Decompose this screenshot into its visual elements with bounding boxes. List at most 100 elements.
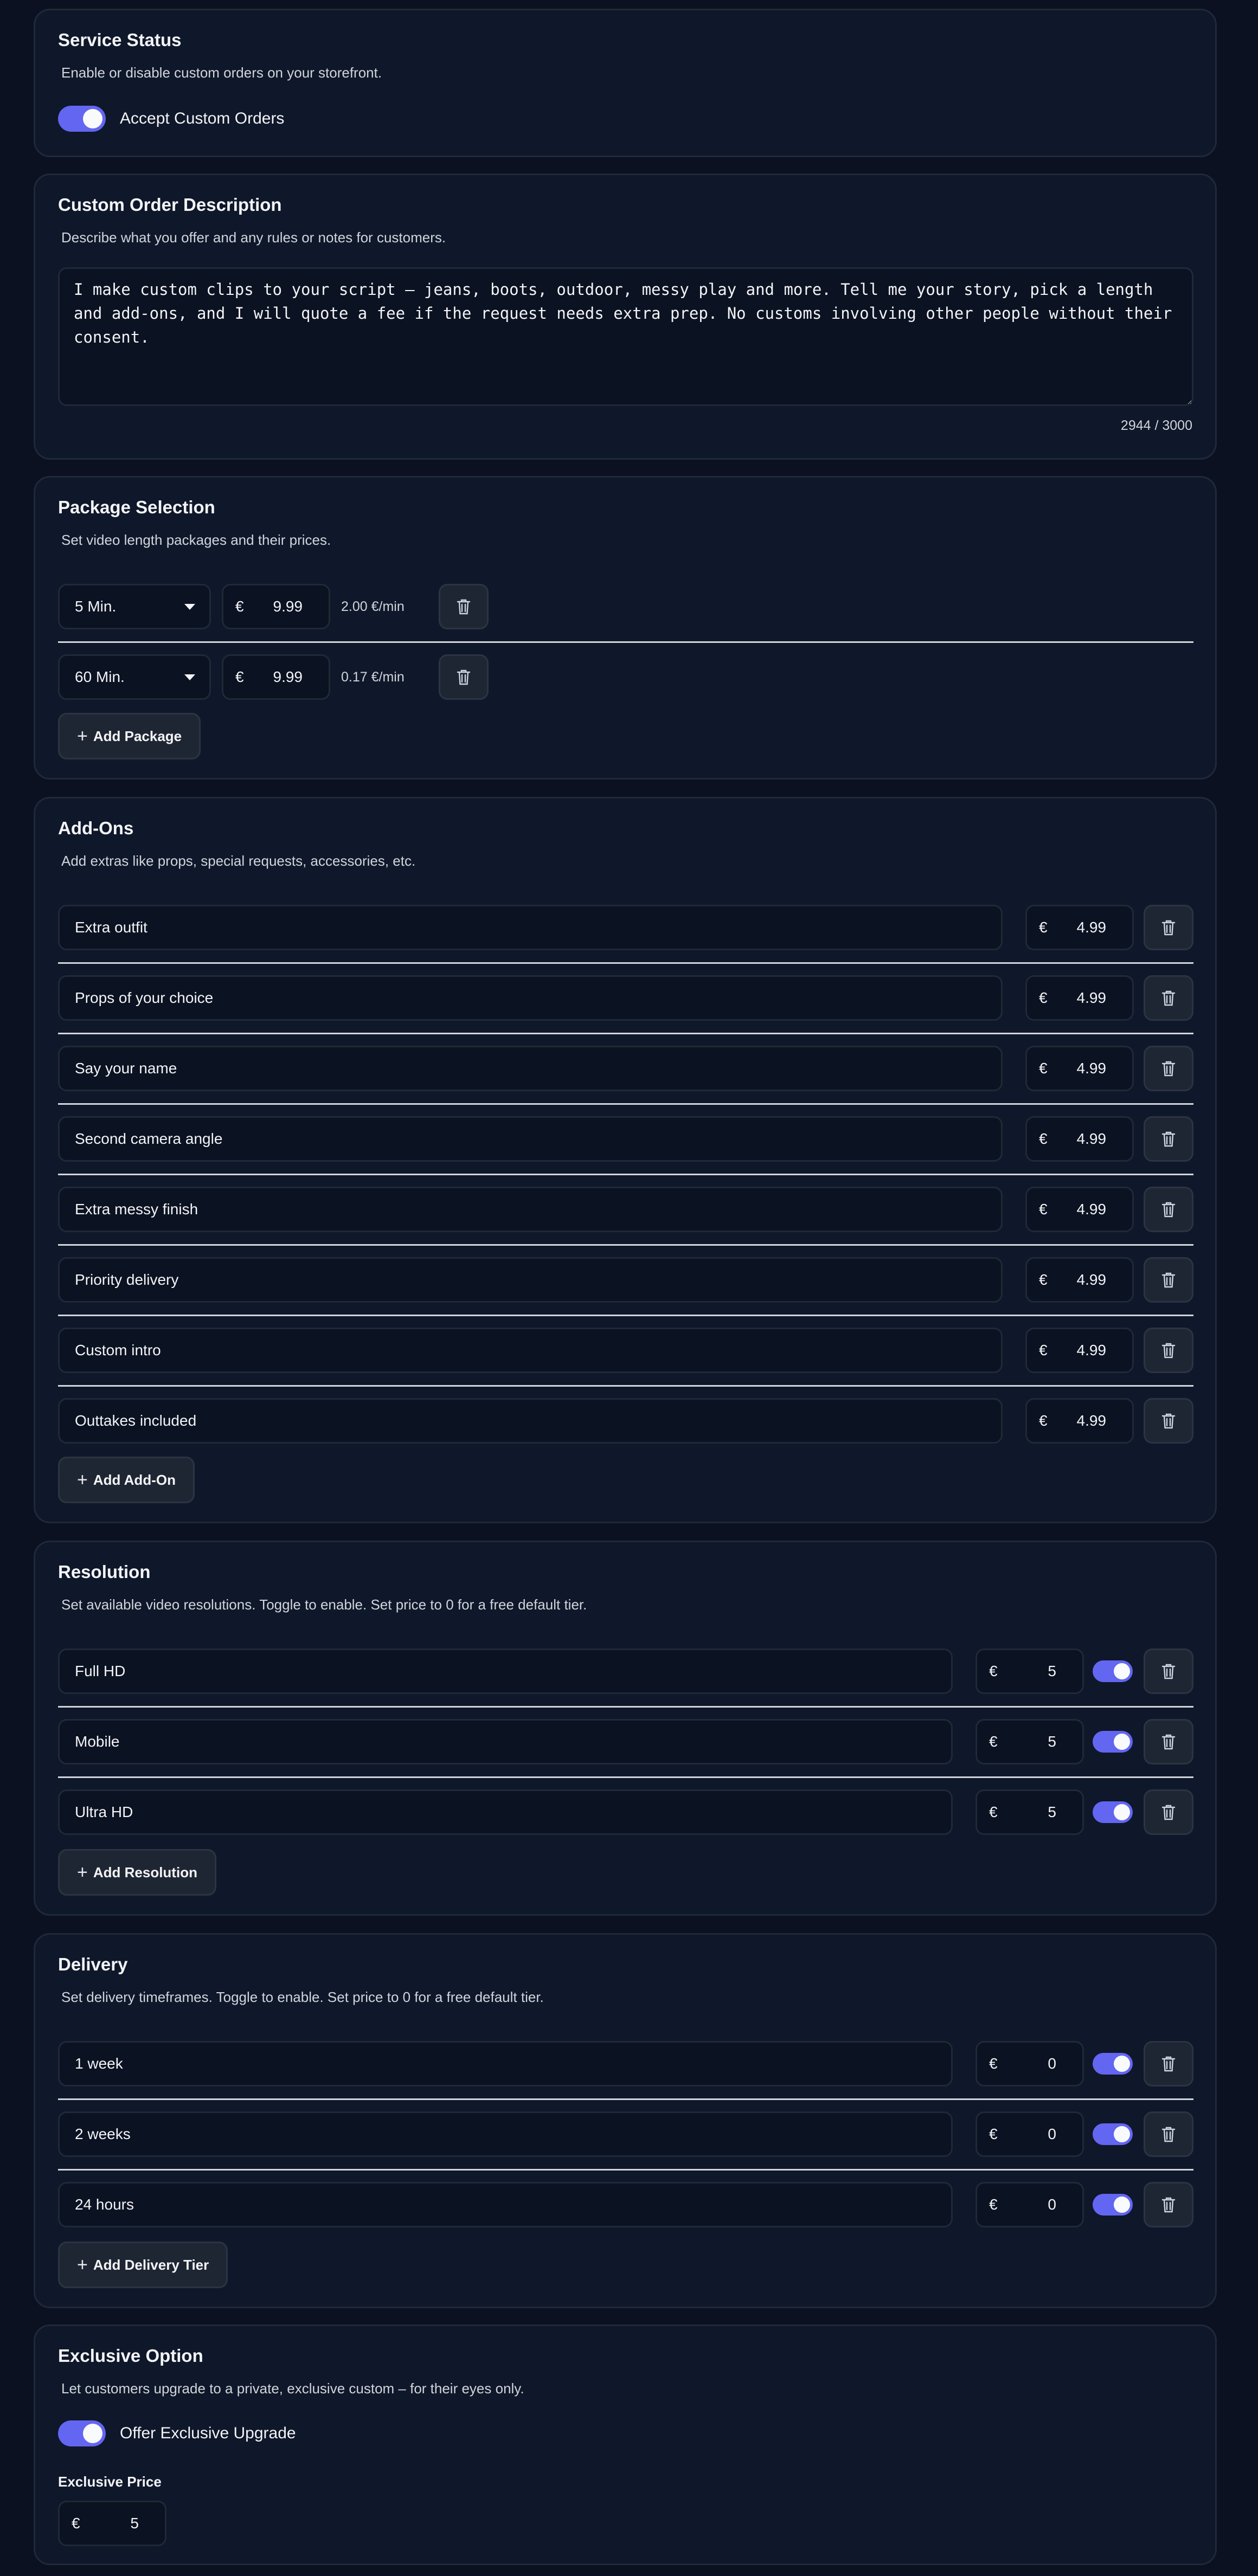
row-divider	[58, 1315, 1193, 1316]
package-selection-card: Package Selection Set video length packa…	[34, 476, 1217, 780]
addon-price-input[interactable]: €4.99	[1025, 1116, 1134, 1162]
addons-description: Add extras like props, special requests,…	[61, 853, 416, 869]
resolution-price-input[interactable]: €5	[975, 1719, 1084, 1764]
trash-icon	[1161, 1131, 1176, 1147]
trash-icon	[457, 669, 471, 685]
delete-addon-button[interactable]	[1144, 1328, 1193, 1373]
addon-name-input[interactable]: Second camera angle	[58, 1116, 1003, 1162]
addon-price-input[interactable]: €4.99	[1025, 1328, 1134, 1373]
row-divider	[58, 1033, 1193, 1034]
resolution-name-input[interactable]: Ultra HD	[58, 1789, 953, 1835]
delivery-price-value: 0	[1048, 2055, 1056, 2072]
plus-icon: +	[77, 1469, 88, 1490]
delete-resolution-button[interactable]	[1144, 1789, 1193, 1835]
delivery-enable-toggle[interactable]	[1093, 2123, 1133, 2145]
exclusive-price-input[interactable]: € 5	[58, 2501, 166, 2546]
chevron-down-icon	[184, 604, 195, 610]
package-rate: 0.17 €/min	[341, 669, 405, 685]
package-length-value: 60 Min.	[75, 668, 125, 685]
delete-addon-button[interactable]	[1144, 1187, 1193, 1232]
delete-addon-button[interactable]	[1144, 975, 1193, 1021]
description-textarea[interactable]	[58, 267, 1193, 406]
delete-addon-button[interactable]	[1144, 1398, 1193, 1444]
delivery-price-input[interactable]: €0	[975, 2111, 1084, 2157]
delete-resolution-button[interactable]	[1144, 1719, 1193, 1764]
trash-icon	[1161, 1734, 1176, 1750]
package-length-value: 5 Min.	[75, 598, 117, 615]
add-package-button[interactable]: + Add Package	[58, 713, 201, 759]
service-status-card: Service Status Enable or disable custom …	[34, 9, 1217, 157]
addon-price-value: 4.99	[1076, 1342, 1107, 1358]
delivery-price-input[interactable]: €0	[975, 2182, 1084, 2227]
plus-icon: +	[77, 2254, 88, 2275]
addon-price-value: 4.99	[1076, 919, 1107, 936]
character-counter: 2944 / 3000	[1120, 418, 1192, 433]
delete-package-button[interactable]	[439, 654, 489, 700]
delete-addon-button[interactable]	[1144, 905, 1193, 950]
delete-addon-button[interactable]	[1144, 1116, 1193, 1162]
add-resolution-button[interactable]: + Add Resolution	[58, 1849, 216, 1896]
add-addon-button[interactable]: + Add Add-On	[58, 1457, 195, 1503]
add-delivery-label: Add Delivery Tier	[93, 2256, 209, 2273]
addon-name-input[interactable]: Props of your choice	[58, 975, 1003, 1021]
exclusive-upgrade-toggle[interactable]	[58, 2420, 106, 2446]
addon-price-value: 4.99	[1076, 1060, 1107, 1077]
delivery-price-value: 0	[1048, 2196, 1056, 2213]
package-price-input[interactable]: € 9.99	[222, 654, 330, 700]
delivery-name-input[interactable]: 2 weeks	[58, 2111, 953, 2157]
resolution-description: Set available video resolutions. Toggle …	[61, 1596, 587, 1613]
addon-price-input[interactable]: €4.99	[1025, 1257, 1134, 1303]
accept-orders-toggle[interactable]	[58, 106, 106, 132]
addon-name-input[interactable]: Priority delivery	[58, 1257, 1003, 1303]
add-resolution-label: Add Resolution	[93, 1864, 197, 1881]
resolution-enable-toggle[interactable]	[1093, 1660, 1133, 1682]
add-delivery-button[interactable]: + Add Delivery Tier	[58, 2242, 228, 2288]
delivery-name-input[interactable]: 1 week	[58, 2041, 953, 2086]
delete-addon-button[interactable]	[1144, 1046, 1193, 1091]
addon-name: Extra messy finish	[75, 1201, 198, 1218]
addon-name-input[interactable]: Custom intro	[58, 1328, 1003, 1373]
currency-symbol: €	[989, 1804, 998, 1820]
addon-name: Extra outfit	[75, 919, 147, 936]
addon-price-input[interactable]: €4.99	[1025, 905, 1134, 950]
addon-name-input[interactable]: Outtakes included	[58, 1398, 1003, 1444]
resolution-price-input[interactable]: €5	[975, 1789, 1084, 1835]
resolution-name-input[interactable]: Full HD	[58, 1648, 953, 1694]
delivery-name-input[interactable]: 24 hours	[58, 2182, 953, 2227]
trash-icon	[1161, 1272, 1176, 1288]
addon-price-input[interactable]: €4.99	[1025, 1187, 1134, 1232]
addon-price-input[interactable]: €4.99	[1025, 975, 1134, 1021]
addons-card: Add-Ons Add extras like props, special r…	[34, 797, 1217, 1523]
package-length-select[interactable]: 5 Min.	[58, 584, 211, 629]
add-addon-label: Add Add-On	[93, 1471, 176, 1488]
delete-delivery-button[interactable]	[1144, 2041, 1193, 2086]
resolution-enable-toggle[interactable]	[1093, 1731, 1133, 1753]
addon-name-input[interactable]: Extra messy finish	[58, 1187, 1003, 1232]
trash-icon	[1161, 920, 1176, 936]
trash-icon	[457, 599, 471, 615]
delivery-enable-toggle[interactable]	[1093, 2053, 1133, 2075]
delete-delivery-button[interactable]	[1144, 2182, 1193, 2227]
addon-price-input[interactable]: €4.99	[1025, 1046, 1134, 1091]
addon-name-input[interactable]: Say your name	[58, 1046, 1003, 1091]
currency-symbol: €	[1039, 1271, 1048, 1288]
delivery-enable-toggle[interactable]	[1093, 2194, 1133, 2216]
resolution-price-input[interactable]: €5	[975, 1648, 1084, 1694]
resolution-price-value: 5	[1048, 1733, 1056, 1750]
resolution-enable-toggle[interactable]	[1093, 1801, 1133, 1823]
delete-delivery-button[interactable]	[1144, 2111, 1193, 2157]
addon-price-value: 4.99	[1076, 1271, 1107, 1288]
package-length-select[interactable]: 60 Min.	[58, 654, 211, 700]
package-price-input[interactable]: € 9.99	[222, 584, 330, 629]
resolution-name: Mobile	[75, 1733, 120, 1750]
delivery-price-input[interactable]: €0	[975, 2041, 1084, 2086]
delete-addon-button[interactable]	[1144, 1257, 1193, 1303]
addon-name: Props of your choice	[75, 989, 214, 1006]
delete-package-button[interactable]	[439, 584, 489, 629]
trash-icon	[1161, 1664, 1176, 1679]
trash-icon	[1161, 1343, 1176, 1358]
addon-price-input[interactable]: €4.99	[1025, 1398, 1134, 1444]
resolution-name-input[interactable]: Mobile	[58, 1719, 953, 1764]
delete-resolution-button[interactable]	[1144, 1648, 1193, 1694]
addon-name-input[interactable]: Extra outfit	[58, 905, 1003, 950]
